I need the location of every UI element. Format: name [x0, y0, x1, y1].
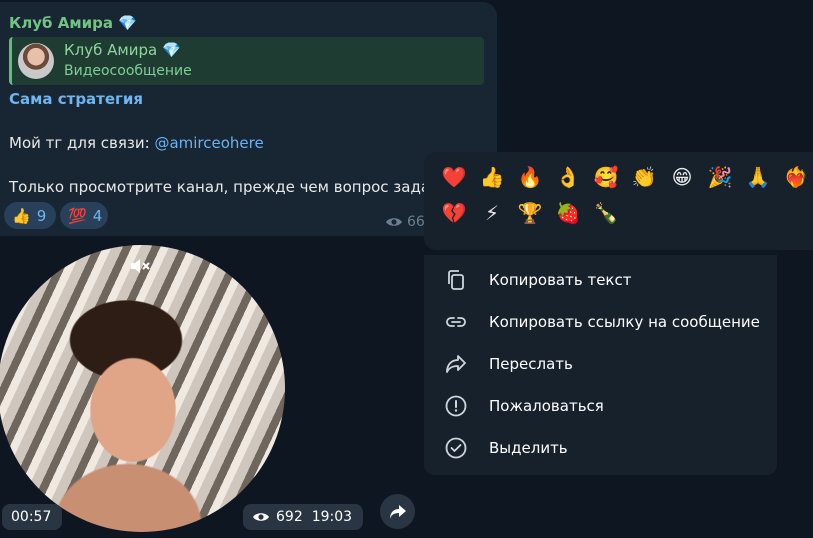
post-contact-line: Мой тг для связи: @amirceohere: [9, 134, 264, 152]
forward-icon: [446, 355, 466, 373]
reaction-option-heart-fire[interactable]: ❤️‍🔥: [782, 165, 810, 189]
menu-item-copy-link[interactable]: Копировать ссылку на сообщение: [424, 301, 777, 343]
reaction-option-heart[interactable]: ❤️: [440, 165, 468, 189]
reply-subtitle: Видеосообщение: [64, 63, 192, 79]
reaction-option-smiling-hearts[interactable]: 🥰: [592, 165, 620, 189]
reaction-option-fire[interactable]: 🔥: [516, 165, 544, 189]
post-heading: Сама стратегия: [9, 90, 144, 108]
reply-author: Клуб Амира 💎: [64, 41, 181, 59]
reaction-thumbs-up[interactable]: 👍 9: [4, 202, 56, 229]
video-message[interactable]: [0, 245, 285, 532]
contact-prefix: Мой тг для связи:: [9, 134, 155, 152]
channel-name-text: Клуб Амира: [9, 14, 113, 32]
reaction-option-trophy[interactable]: 🏆: [516, 201, 544, 225]
eye-icon: [386, 218, 402, 226]
menu-item-select[interactable]: Выделить: [424, 427, 777, 469]
link-icon: [446, 317, 466, 327]
video-stats: 692 19:03: [243, 504, 363, 530]
eye-icon: [253, 513, 269, 521]
report-icon: [445, 395, 467, 417]
reply-preview[interactable]: Клуб Амира 💎 Видеосообщение: [9, 37, 484, 85]
menu-item-copy-text[interactable]: Копировать текст: [424, 259, 777, 301]
gem-icon: 💎: [161, 41, 181, 59]
reaction-count: 9: [36, 206, 47, 225]
hundred-icon: 💯: [68, 206, 87, 225]
contact-link[interactable]: @amirceohere: [154, 134, 263, 152]
reaction-count: 4: [92, 206, 103, 225]
channel-post-bubble[interactable]: Клуб Амира 💎 Клуб Амира 💎 Видеосообщение…: [0, 2, 497, 236]
reaction-option-ok-hand[interactable]: 👌: [554, 165, 582, 189]
select-icon: [445, 437, 467, 459]
context-menu: Копировать текст Копировать ссылку на со…: [424, 255, 777, 475]
channel-name[interactable]: Клуб Амира 💎: [9, 14, 137, 32]
gem-icon: 💎: [118, 14, 137, 32]
reaction-hundred[interactable]: 💯 4: [60, 202, 108, 229]
share-arrow-icon: [389, 504, 406, 519]
copy-icon: [448, 270, 464, 290]
video-duration: 00:57: [2, 504, 62, 530]
menu-item-forward[interactable]: Переслать: [424, 343, 777, 385]
reaction-option-pray[interactable]: 🙏: [744, 165, 772, 189]
reaction-option-grin[interactable]: 😁: [668, 165, 696, 189]
thumbs-up-icon: 👍: [12, 206, 31, 225]
post-views: 66: [385, 214, 425, 230]
reaction-option-party[interactable]: 🎉: [706, 165, 734, 189]
muted-speaker-icon[interactable]: [129, 257, 151, 275]
reaction-option-clap[interactable]: 👏: [630, 165, 658, 189]
video-views: 692: [276, 509, 303, 525]
reaction-option-lightning[interactable]: ⚡: [478, 201, 506, 225]
reaction-option-thumbs-up[interactable]: 👍: [478, 165, 506, 189]
reaction-option-strawberry[interactable]: 🍓: [554, 201, 582, 225]
avatar: [18, 43, 54, 79]
share-button[interactable]: [380, 494, 415, 529]
reaction-option-champagne[interactable]: 🍾: [592, 201, 620, 225]
menu-item-report[interactable]: Пожаловаться: [424, 385, 777, 427]
post-text-line: Только просмотрите канал, прежде чем воп…: [9, 178, 439, 196]
reaction-picker: ❤️ 👍 🔥 👌 🥰 👏 😁 🎉 🙏 ❤️‍🔥 💔 ⚡ 🏆 🍓 🍾: [424, 152, 813, 250]
reaction-option-broken-heart[interactable]: 💔: [440, 201, 468, 225]
video-time: 19:03: [311, 509, 353, 525]
